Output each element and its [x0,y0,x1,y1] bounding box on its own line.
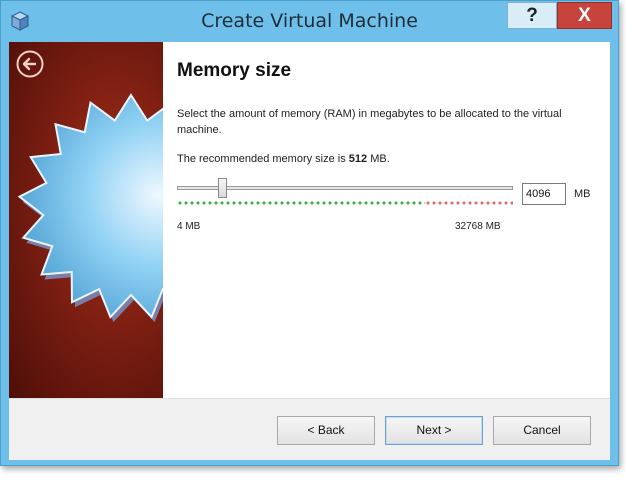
page-title: Memory size [177,60,292,81]
title-bar[interactable]: Create Virtual Machine ? X [1,1,618,41]
starburst-icon [17,93,163,323]
memory-size-input[interactable] [522,183,566,205]
wizard-banner [9,42,163,398]
help-button[interactable]: ? [507,2,557,29]
dialog-footer: < Back Next > Cancel [9,398,610,460]
memory-min-label: 4 MB [177,221,201,232]
create-vm-window: Create Virtual Machine ? X Memory size S… [0,0,619,466]
page-description: Select the amount of memory (RAM) in meg… [177,108,562,136]
recommended-memory-text: The recommended memory size is 512 MB. [177,153,390,165]
recommended-value: 512 [348,153,368,165]
memory-scale-warning-range [425,201,513,205]
close-button[interactable]: X [557,2,612,29]
back-arrow-circle-icon[interactable] [15,49,45,79]
memory-slider-thumb[interactable] [217,178,227,198]
next-button[interactable]: Next > [385,416,483,445]
memory-max-label: 32768 MB [455,221,501,232]
back-button[interactable]: < Back [277,416,375,445]
dialog-client-area: Memory size Select the amount of memory … [9,42,610,460]
page-content: Memory size Select the amount of memory … [163,42,610,398]
recommended-suffix: MB. [367,153,390,165]
cancel-button[interactable]: Cancel [493,416,591,445]
memory-slider-track[interactable] [177,186,513,190]
memory-scale-safe-range [177,201,425,205]
recommended-prefix: The recommended memory size is [177,153,349,165]
memory-unit-label: MB [574,188,591,200]
